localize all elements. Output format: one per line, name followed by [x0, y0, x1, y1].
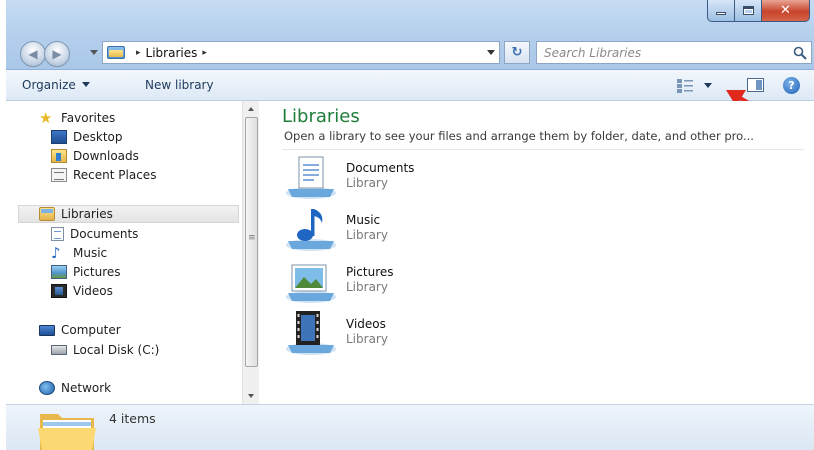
network-icon [39, 381, 55, 395]
explorer-window: ✕ ◀ ▶ ▸ Libraries ▸ ↻ Search Libraries O… [6, 0, 814, 450]
nav-item-desktop[interactable]: Desktop [51, 128, 123, 146]
item-count: 4 items [109, 411, 156, 426]
libraries-folder-icon [107, 46, 125, 59]
library-item-music[interactable]: Music Library [284, 205, 584, 253]
nav-item-downloads[interactable]: Downloads [51, 147, 139, 165]
library-type: Library [346, 176, 388, 190]
videos-icon [51, 284, 67, 298]
nav-network[interactable]: Network [39, 379, 111, 397]
address-history-dropdown[interactable] [487, 50, 495, 55]
change-view-icon[interactable] [677, 79, 693, 93]
search-placeholder: Search Libraries [544, 45, 642, 60]
nav-item-music[interactable]: ♪ Music [51, 244, 107, 262]
title-bar: ✕ ◀ ▶ ▸ Libraries ▸ ↻ Search Libraries [6, 0, 814, 70]
page-title: Libraries [282, 106, 360, 127]
scroll-up-icon[interactable] [248, 107, 254, 111]
back-arrow-icon: ◀ [28, 47, 38, 61]
computer-icon [39, 324, 55, 336]
maximize-icon [742, 6, 754, 15]
star-icon: ★ [39, 109, 53, 127]
nav-item-pictures[interactable]: Pictures [51, 263, 121, 281]
caption-buttons: ✕ [707, 0, 810, 22]
nav-item-recent-places[interactable]: Recent Places [51, 166, 156, 184]
forward-arrow-icon: ▶ [52, 47, 62, 61]
breadcrumb-separator-icon[interactable]: ▸ [136, 48, 141, 58]
nav-item-label: Documents [70, 227, 139, 241]
new-library-button[interactable]: New library [145, 78, 214, 92]
breadcrumb-libraries[interactable]: Libraries [146, 46, 198, 60]
nav-item-label: Pictures [73, 265, 121, 279]
close-icon: ✕ [780, 3, 791, 18]
scrollbar-thumb[interactable] [245, 117, 258, 367]
library-item-pictures[interactable]: Pictures Library [284, 257, 584, 305]
disk-icon [51, 345, 67, 355]
organize-button[interactable]: Organize [22, 78, 90, 92]
nav-computer[interactable]: Computer [39, 321, 121, 339]
library-type: Library [346, 332, 388, 346]
pictures-icon [51, 265, 67, 279]
minimize-icon [716, 12, 726, 15]
content-pane: Libraries Open a library to see your fil… [260, 101, 814, 404]
forward-button[interactable]: ▶ [44, 41, 70, 67]
nav-item-label: Recent Places [73, 168, 157, 182]
back-button[interactable]: ◀ [20, 41, 46, 67]
library-name: Music [346, 213, 381, 227]
nav-item-label: Videos [73, 284, 113, 298]
organize-label: Organize [22, 78, 76, 92]
page-description: Open a library to see your files and arr… [284, 129, 754, 143]
minimize-button[interactable] [707, 0, 735, 22]
nav-item-documents[interactable]: Documents [51, 225, 138, 243]
view-options-dropdown[interactable] [704, 83, 712, 88]
library-type: Library [346, 280, 388, 294]
nav-favorites[interactable]: ★ Favorites [39, 109, 115, 127]
nav-item-videos[interactable]: Videos [51, 282, 113, 300]
desktop-icon [51, 130, 67, 144]
nav-computer-label: Computer [61, 323, 121, 337]
refresh-button[interactable]: ↻ [504, 41, 530, 64]
music-icon: ♪ [51, 244, 61, 262]
pictures-library-icon [286, 264, 336, 303]
scroll-down-icon[interactable] [248, 394, 254, 398]
nav-item-label: Local Disk (C:) [73, 343, 160, 357]
refresh-icon: ↻ [511, 45, 523, 60]
library-name: Videos [346, 317, 386, 331]
documents-library-icon [286, 156, 336, 199]
music-library-icon [286, 209, 336, 251]
nav-item-label: Downloads [73, 149, 139, 163]
nav-network-label: Network [61, 381, 112, 395]
search-icon[interactable] [793, 46, 807, 60]
downloads-icon [51, 149, 67, 163]
navigation-scrollbar[interactable] [242, 101, 259, 404]
library-item-videos[interactable]: Videos Library [284, 309, 584, 357]
nav-libraries-label: Libraries [61, 207, 113, 221]
close-button[interactable]: ✕ [762, 0, 810, 22]
library-name: Documents [346, 161, 415, 175]
details-pane: 4 items [6, 404, 814, 450]
videos-library-icon [286, 311, 336, 355]
documents-icon [51, 227, 64, 241]
search-input[interactable]: Search Libraries [536, 41, 812, 64]
nav-item-local-disk[interactable]: Local Disk (C:) [51, 341, 159, 359]
libraries-folder-icon [39, 207, 55, 221]
divider [282, 149, 804, 150]
breadcrumb-separator-icon[interactable]: ▸ [202, 48, 207, 58]
command-bar: Organize New library ? [6, 70, 814, 101]
nav-favorites-label: Favorites [61, 111, 116, 125]
libraries-folder-icon [38, 414, 96, 450]
library-type: Library [346, 228, 388, 242]
nav-item-label: Music [73, 246, 108, 260]
library-item-documents[interactable]: Documents Library [284, 153, 584, 201]
library-name: Pictures [346, 265, 394, 279]
recent-pages-dropdown[interactable] [90, 50, 98, 55]
recent-places-icon [51, 168, 67, 182]
address-bar[interactable]: ▸ Libraries ▸ [102, 41, 500, 64]
navigation-pane: ★ Favorites Desktop Downloads Recent Pla… [6, 101, 258, 404]
nav-item-label: Desktop [73, 130, 123, 144]
chevron-down-icon [81, 82, 90, 87]
nav-libraries[interactable]: Libraries [18, 205, 239, 223]
maximize-button[interactable] [735, 0, 762, 22]
